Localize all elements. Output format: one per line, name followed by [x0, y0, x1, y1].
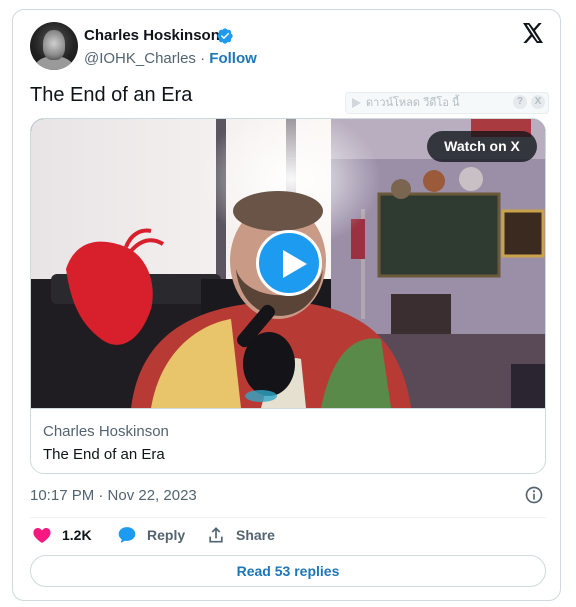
- author-name[interactable]: Charles Hoskinson: [84, 27, 220, 44]
- caption-author: Charles Hoskinson: [43, 423, 169, 440]
- media-caption[interactable]: Charles Hoskinson The End of an Era: [31, 408, 545, 473]
- read-replies-button[interactable]: Read 53 replies: [30, 555, 546, 587]
- video-player[interactable]: Watch on X: [31, 119, 545, 408]
- timestamp[interactable]: 10:17 PM · Nov 22, 2023: [30, 487, 197, 504]
- like-count: 1.2K: [62, 527, 92, 543]
- follow-link[interactable]: Follow: [209, 50, 257, 67]
- media-card[interactable]: Watch on X Charles Hoskinson The End of …: [30, 118, 546, 474]
- reply-button[interactable]: Reply: [117, 525, 197, 545]
- speech-bubble-icon: [118, 527, 136, 543]
- info-icon[interactable]: [524, 485, 544, 505]
- tweet-card: Charles Hoskinson @IOHK_Charles · Follow…: [12, 9, 561, 601]
- watch-on-x-button[interactable]: Watch on X: [427, 131, 537, 162]
- upload-arrow-icon: [209, 527, 223, 543]
- help-icon[interactable]: ?: [513, 95, 527, 109]
- play-button[interactable]: [256, 230, 322, 296]
- verified-badge-icon: [217, 28, 233, 44]
- download-extension-overlay: ดาวน์โหลด วีดีโอ นี้ ? X: [345, 92, 549, 114]
- tweet-text: The End of an Era: [30, 84, 193, 106]
- handle-row: @IOHK_Charles · Follow: [84, 50, 257, 67]
- reply-label: Reply: [147, 527, 186, 543]
- play-icon: [283, 250, 307, 278]
- avatar[interactable]: [30, 22, 78, 70]
- x-logo-icon[interactable]: [522, 23, 544, 43]
- divider: [30, 517, 546, 518]
- heart-icon: [33, 528, 51, 543]
- avatar-face-shape: [43, 30, 65, 60]
- like-button[interactable]: 1.2K: [32, 525, 102, 545]
- author-handle[interactable]: @IOHK_Charles: [84, 50, 196, 67]
- close-icon[interactable]: X: [531, 95, 545, 109]
- handle-separator: ·: [200, 50, 206, 67]
- share-button[interactable]: Share: [206, 525, 286, 545]
- share-label: Share: [236, 527, 275, 543]
- caption-title: The End of an Era: [43, 446, 165, 463]
- download-video-button[interactable]: ดาวน์โหลด วีดีโอ นี้: [350, 95, 460, 111]
